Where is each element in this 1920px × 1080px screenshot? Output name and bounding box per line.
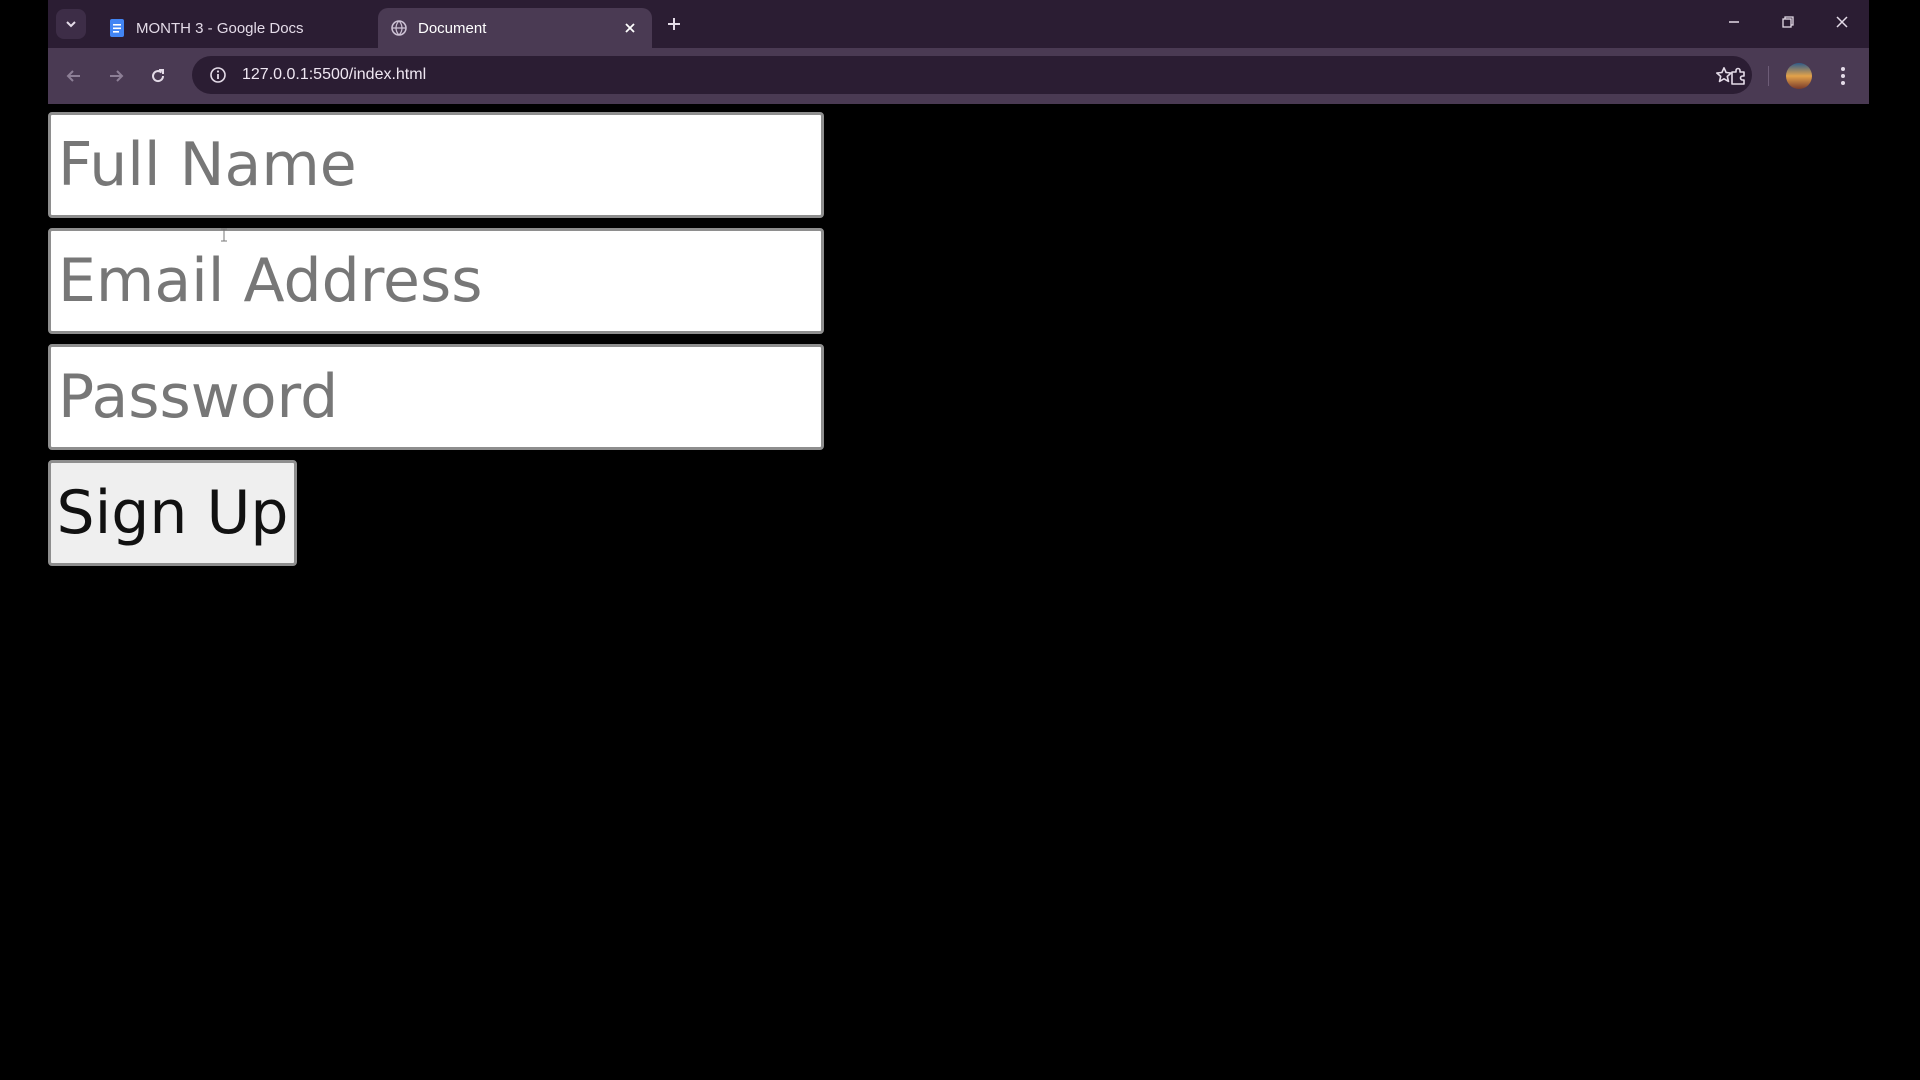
profile-button[interactable] — [1783, 60, 1815, 92]
tab-google-docs[interactable]: MONTH 3 - Google Docs — [96, 8, 416, 48]
close-tab-icon[interactable] — [620, 18, 640, 38]
toolbar-divider — [1768, 66, 1769, 86]
restore-button[interactable] — [1761, 0, 1815, 44]
back-arrow-icon — [66, 70, 80, 82]
email-input[interactable] — [48, 228, 824, 334]
restore-icon — [1782, 16, 1794, 28]
reload-icon — [152, 69, 165, 83]
close-icon — [1836, 16, 1848, 28]
more-vertical-icon — [1841, 67, 1845, 85]
window-controls — [1707, 0, 1869, 44]
chevron-down-icon — [66, 21, 76, 28]
tab-strip: MONTH 3 - Google Docs Document — [48, 0, 1869, 48]
puzzle-icon — [1731, 67, 1745, 85]
tab-title: Document — [418, 19, 487, 37]
google-docs-icon — [108, 19, 126, 37]
full-name-input[interactable] — [48, 112, 824, 218]
browser-toolbar: 127.0.0.1:5500/index.html — [48, 48, 1869, 104]
site-info-icon[interactable] — [206, 63, 230, 87]
tab-document[interactable]: Document — [378, 8, 652, 48]
reload-button[interactable] — [144, 62, 172, 90]
back-button[interactable] — [60, 62, 88, 90]
globe-icon — [390, 19, 408, 37]
plus-icon — [668, 18, 680, 30]
minimize-button[interactable] — [1707, 0, 1761, 44]
tab-search-button[interactable] — [56, 9, 86, 39]
password-input[interactable] — [48, 344, 824, 450]
url-text[interactable]: 127.0.0.1:5500/index.html — [242, 66, 1710, 84]
sign-up-button[interactable]: Sign Up — [48, 460, 297, 566]
new-tab-button[interactable] — [662, 12, 686, 36]
close-window-button[interactable] — [1815, 0, 1869, 44]
avatar — [1786, 63, 1812, 89]
forward-button[interactable] — [102, 62, 130, 90]
text-cursor-icon — [221, 228, 227, 242]
address-bar[interactable]: 127.0.0.1:5500/index.html — [192, 56, 1752, 94]
browser-window: MONTH 3 - Google Docs Document 127.0.0.1… — [48, 0, 1869, 1080]
minimize-icon — [1729, 21, 1739, 23]
page-viewport: Sign Up — [48, 104, 1869, 1080]
extensions-button[interactable] — [1722, 60, 1754, 92]
forward-arrow-icon — [110, 70, 124, 82]
tab-title: MONTH 3 - Google Docs — [136, 19, 304, 37]
browser-menu-button[interactable] — [1827, 60, 1859, 92]
